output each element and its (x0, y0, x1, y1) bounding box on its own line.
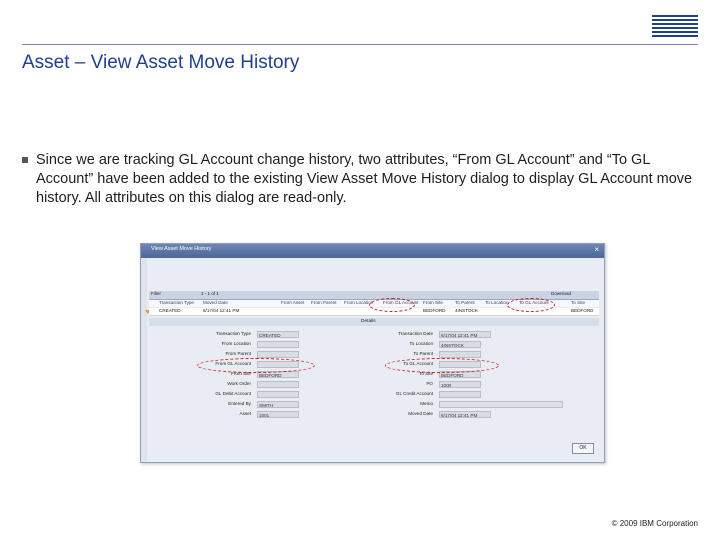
table-cell: 4INSTOCK (455, 308, 478, 313)
field-label: Work Order (227, 381, 251, 386)
field-label: Memo (420, 401, 433, 406)
ok-button[interactable]: OK (572, 443, 594, 454)
column-header[interactable]: To Parent (455, 300, 475, 305)
field-label: GL Debit Account (215, 391, 251, 396)
gl-credit-account-field (439, 391, 481, 398)
field-label: PO (426, 381, 433, 386)
to-parent-field (439, 351, 481, 358)
field-label: Transaction Date (398, 331, 433, 336)
table-cell: BEDFORD (423, 308, 446, 313)
field-label: Moved Date (408, 411, 433, 416)
to-gl-account-field-highlight (385, 358, 499, 373)
close-icon[interactable]: × (594, 245, 599, 255)
dialog-titlebar: View Asset Move History × (141, 244, 604, 258)
moved-date-field: 6/17/04 12:41 PM (439, 411, 491, 418)
bullet-text: Since we are tracking GL Account change … (36, 152, 693, 206)
memo-field (439, 401, 563, 408)
details-label: Details (361, 319, 376, 324)
field-label: To Parent (413, 351, 433, 356)
from-gl-account-field-highlight (197, 358, 315, 373)
po-field: 1000 (439, 381, 481, 388)
ibm-logo: IBM (652, 14, 698, 38)
from-gl-account-column-highlight (369, 298, 415, 312)
dialog-left-strip (141, 258, 147, 462)
column-header[interactable]: From Asset (281, 300, 304, 305)
entered-by-field: SMITH (257, 401, 299, 408)
download-button[interactable]: Download (551, 291, 571, 296)
column-header[interactable]: From Parent (311, 300, 337, 305)
work-order-field (257, 381, 299, 388)
field-label: To Location (409, 341, 434, 346)
pager-label: 1 - 1 of 1 (201, 291, 219, 296)
field-label: From Parent (225, 351, 251, 356)
column-header[interactable]: Moved Date (203, 300, 228, 305)
transaction-date-field: 6/17/04 12:41 PM (439, 331, 491, 338)
column-header[interactable]: Transaction Type (159, 300, 194, 305)
gl-debit-account-field (257, 391, 299, 398)
filter-button[interactable]: Filter (151, 291, 161, 296)
table-cell: 6/17/04 12:41 PM (203, 308, 240, 313)
bullet-square-icon (22, 157, 28, 163)
column-header[interactable]: From Site (423, 300, 443, 305)
column-header[interactable]: To Location (485, 300, 509, 305)
transaction-type-field: CREATED (257, 331, 299, 338)
from-location-field (257, 341, 299, 348)
dialog-title: View Asset Move History (151, 246, 212, 252)
column-header[interactable]: To Site (571, 300, 585, 305)
field-label: Transaction Type (216, 331, 251, 336)
field-label: Asset (239, 411, 252, 416)
title-rule (22, 44, 698, 45)
bullet-point: Since we are tracking GL Account change … (22, 151, 697, 208)
field-label: From Location (221, 341, 251, 346)
copyright-footer: © 2009 IBM Corporation (611, 519, 698, 528)
field-label: Entered By (228, 401, 251, 406)
from-parent-field (257, 351, 299, 358)
details-section-header: Details (149, 318, 599, 326)
page-title: Asset – View Asset Move History (22, 52, 300, 73)
asset-field: 1001 (257, 411, 299, 418)
asset-move-history-dialog: View Asset Move History × Filter 1 - 1 o… (140, 243, 605, 463)
ibm-logo-text: IBM (657, 17, 694, 38)
table-cell: CREATED (159, 308, 181, 313)
field-label: GL Credit Account (395, 391, 433, 396)
to-gl-account-column-highlight (507, 298, 555, 312)
to-location-field: 4INSTOCK (439, 341, 481, 348)
table-cell: BEDFORD (571, 308, 594, 313)
